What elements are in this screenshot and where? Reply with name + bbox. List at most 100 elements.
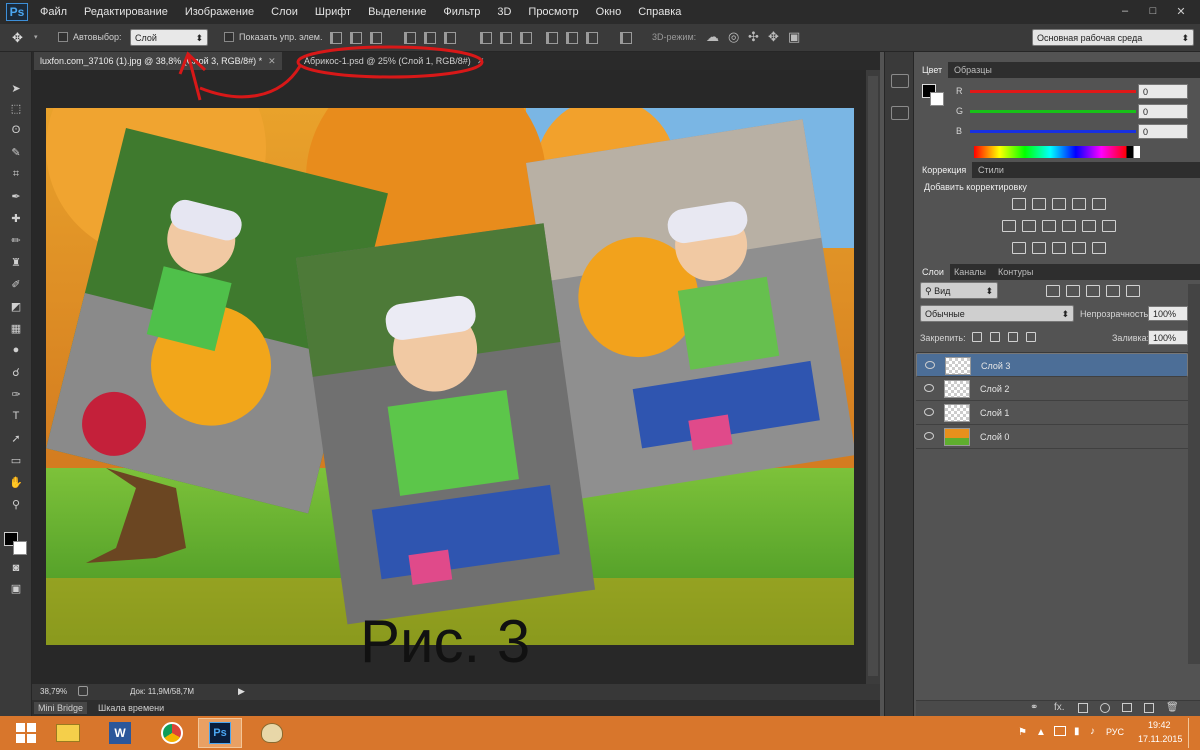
share-icon[interactable]: [78, 686, 88, 696]
menu-image[interactable]: Изображение: [185, 6, 254, 18]
quick-mask-icon[interactable]: ◙: [6, 560, 26, 576]
lock-all-icon[interactable]: [1026, 332, 1036, 342]
distribute-vcenter-icon[interactable]: [500, 32, 512, 44]
healing-tool-icon[interactable]: ✚: [6, 210, 26, 226]
tab-styles[interactable]: Стили: [972, 162, 1010, 178]
tab-swatches[interactable]: Образцы: [948, 62, 998, 78]
opacity-value[interactable]: 100%: [1148, 306, 1188, 321]
menu-filter[interactable]: Фильтр: [443, 6, 480, 18]
chevron-down-icon[interactable]: ▾: [34, 33, 38, 41]
autoselect-checkbox[interactable]: [58, 32, 68, 42]
eye-icon[interactable]: [924, 408, 934, 416]
brush-tool-icon[interactable]: ✏: [6, 232, 26, 248]
layer-row[interactable]: Слой 0: [916, 425, 1188, 449]
tab-timeline[interactable]: Шкала времени: [94, 702, 168, 714]
tab-color[interactable]: Цвет: [916, 62, 949, 78]
invert-icon[interactable]: [1012, 242, 1026, 254]
channel-b-slider[interactable]: [970, 130, 1136, 133]
hand-tool-icon[interactable]: ✋: [6, 474, 26, 490]
distribute-hcenter-icon[interactable]: [566, 32, 578, 44]
bg-color-swatch[interactable]: [930, 92, 944, 106]
threshold-icon[interactable]: [1052, 242, 1066, 254]
tab-adjustments[interactable]: Коррекция: [916, 162, 973, 178]
type-tool-icon[interactable]: T: [6, 408, 26, 424]
dodge-tool-icon[interactable]: ☌: [6, 364, 26, 380]
exposure-icon[interactable]: [1072, 198, 1086, 210]
3d-slide-icon[interactable]: ✥: [768, 29, 779, 45]
3d-scale-icon[interactable]: ▣: [788, 29, 800, 45]
blend-mode-dropdown[interactable]: Обычные ⬍: [920, 305, 1074, 322]
layers-scrollbar[interactable]: [1188, 284, 1200, 664]
fill-value[interactable]: 100%: [1148, 330, 1188, 345]
menu-window[interactable]: Окно: [596, 6, 622, 18]
filter-pixel-icon[interactable]: [1046, 285, 1060, 297]
channel-mixer-icon[interactable]: [1082, 220, 1096, 232]
new-layer-icon[interactable]: [1144, 703, 1154, 713]
levels-icon[interactable]: [1032, 198, 1046, 210]
auto-align-icon[interactable]: [620, 32, 632, 44]
align-bottom-icon[interactable]: [370, 32, 382, 44]
channel-r-slider[interactable]: [970, 90, 1136, 93]
properties-icon[interactable]: [891, 106, 909, 120]
brightness-icon[interactable]: [1012, 198, 1026, 210]
tab-channels[interactable]: Каналы: [948, 264, 992, 280]
photo-filter-icon[interactable]: [1062, 220, 1076, 232]
scroll-thumb[interactable]: [868, 76, 878, 676]
layer-row[interactable]: Слой 2: [916, 377, 1188, 401]
layer-name[interactable]: Слой 0: [980, 432, 1009, 442]
lock-pixels-icon[interactable]: [990, 332, 1000, 342]
distribute-right-icon[interactable]: [586, 32, 598, 44]
menu-help[interactable]: Справка: [638, 6, 681, 18]
crop-tool-icon[interactable]: ⌗: [6, 166, 26, 182]
show-controls-checkbox[interactable]: [224, 32, 234, 42]
filter-smart-icon[interactable]: [1126, 285, 1140, 297]
eye-icon[interactable]: [924, 432, 934, 440]
flag-icon[interactable]: ⚑: [1018, 727, 1027, 738]
maximize-button[interactable]: □: [1142, 3, 1164, 19]
workspace-dropdown[interactable]: Основная рабочая среда ⬍: [1032, 29, 1194, 46]
lock-transparent-icon[interactable]: [972, 332, 982, 342]
folder-icon[interactable]: [1122, 703, 1132, 712]
zoom-level[interactable]: 38,79%: [40, 687, 67, 696]
filter-type-icon[interactable]: [1086, 285, 1100, 297]
explorer-icon[interactable]: [46, 718, 90, 748]
add-mask-icon[interactable]: [1078, 703, 1088, 713]
paint-icon[interactable]: [250, 718, 294, 748]
menu-layers[interactable]: Слои: [271, 6, 298, 18]
channel-g-slider[interactable]: [970, 110, 1136, 113]
move-tool-icon[interactable]: ➤: [6, 80, 26, 96]
trash-icon[interactable]: 🗑: [1166, 702, 1179, 713]
distribute-left-icon[interactable]: [546, 32, 558, 44]
start-button[interactable]: [4, 718, 48, 748]
color-spectrum[interactable]: [974, 146, 1140, 158]
align-right-icon[interactable]: [444, 32, 456, 44]
color-balance-icon[interactable]: [1022, 220, 1036, 232]
shape-tool-icon[interactable]: ▭: [6, 452, 26, 468]
distribute-top-icon[interactable]: [480, 32, 492, 44]
hue-saturation-icon[interactable]: [1002, 220, 1016, 232]
eye-icon[interactable]: [925, 361, 935, 369]
layer-filter-dropdown[interactable]: ⚲ Вид ⬍: [920, 282, 998, 299]
layer-row[interactable]: Слой 1: [916, 401, 1188, 425]
document-canvas[interactable]: [46, 108, 854, 645]
selective-color-icon[interactable]: [1072, 242, 1086, 254]
distribute-bottom-icon[interactable]: [520, 32, 532, 44]
eye-icon[interactable]: [924, 384, 934, 392]
background-color-swatch[interactable]: [13, 541, 27, 555]
layer-name[interactable]: Слой 2: [980, 384, 1009, 394]
lasso-tool-icon[interactable]: ʘ: [6, 122, 26, 138]
clock-time[interactable]: 19:42: [1148, 720, 1171, 730]
zoom-tool-icon[interactable]: ⚲: [6, 496, 26, 512]
clock-date[interactable]: 17.11.2015: [1138, 734, 1182, 744]
tab-mini-bridge[interactable]: Mini Bridge: [34, 702, 88, 714]
history-icon[interactable]: [891, 74, 909, 88]
3d-roll-icon[interactable]: ◎: [728, 29, 739, 45]
3d-pan-icon[interactable]: ✣: [748, 29, 759, 45]
color-lookup-icon[interactable]: [1102, 220, 1116, 232]
battery-icon[interactable]: ▮: [1074, 726, 1080, 737]
photoshop-taskbar-icon[interactable]: Ps: [198, 718, 242, 748]
channel-b-value[interactable]: 0: [1138, 124, 1188, 139]
close-window-button[interactable]: ✕: [1170, 3, 1192, 19]
history-brush-tool-icon[interactable]: ✐: [6, 276, 26, 292]
blur-tool-icon[interactable]: ●: [6, 342, 26, 358]
